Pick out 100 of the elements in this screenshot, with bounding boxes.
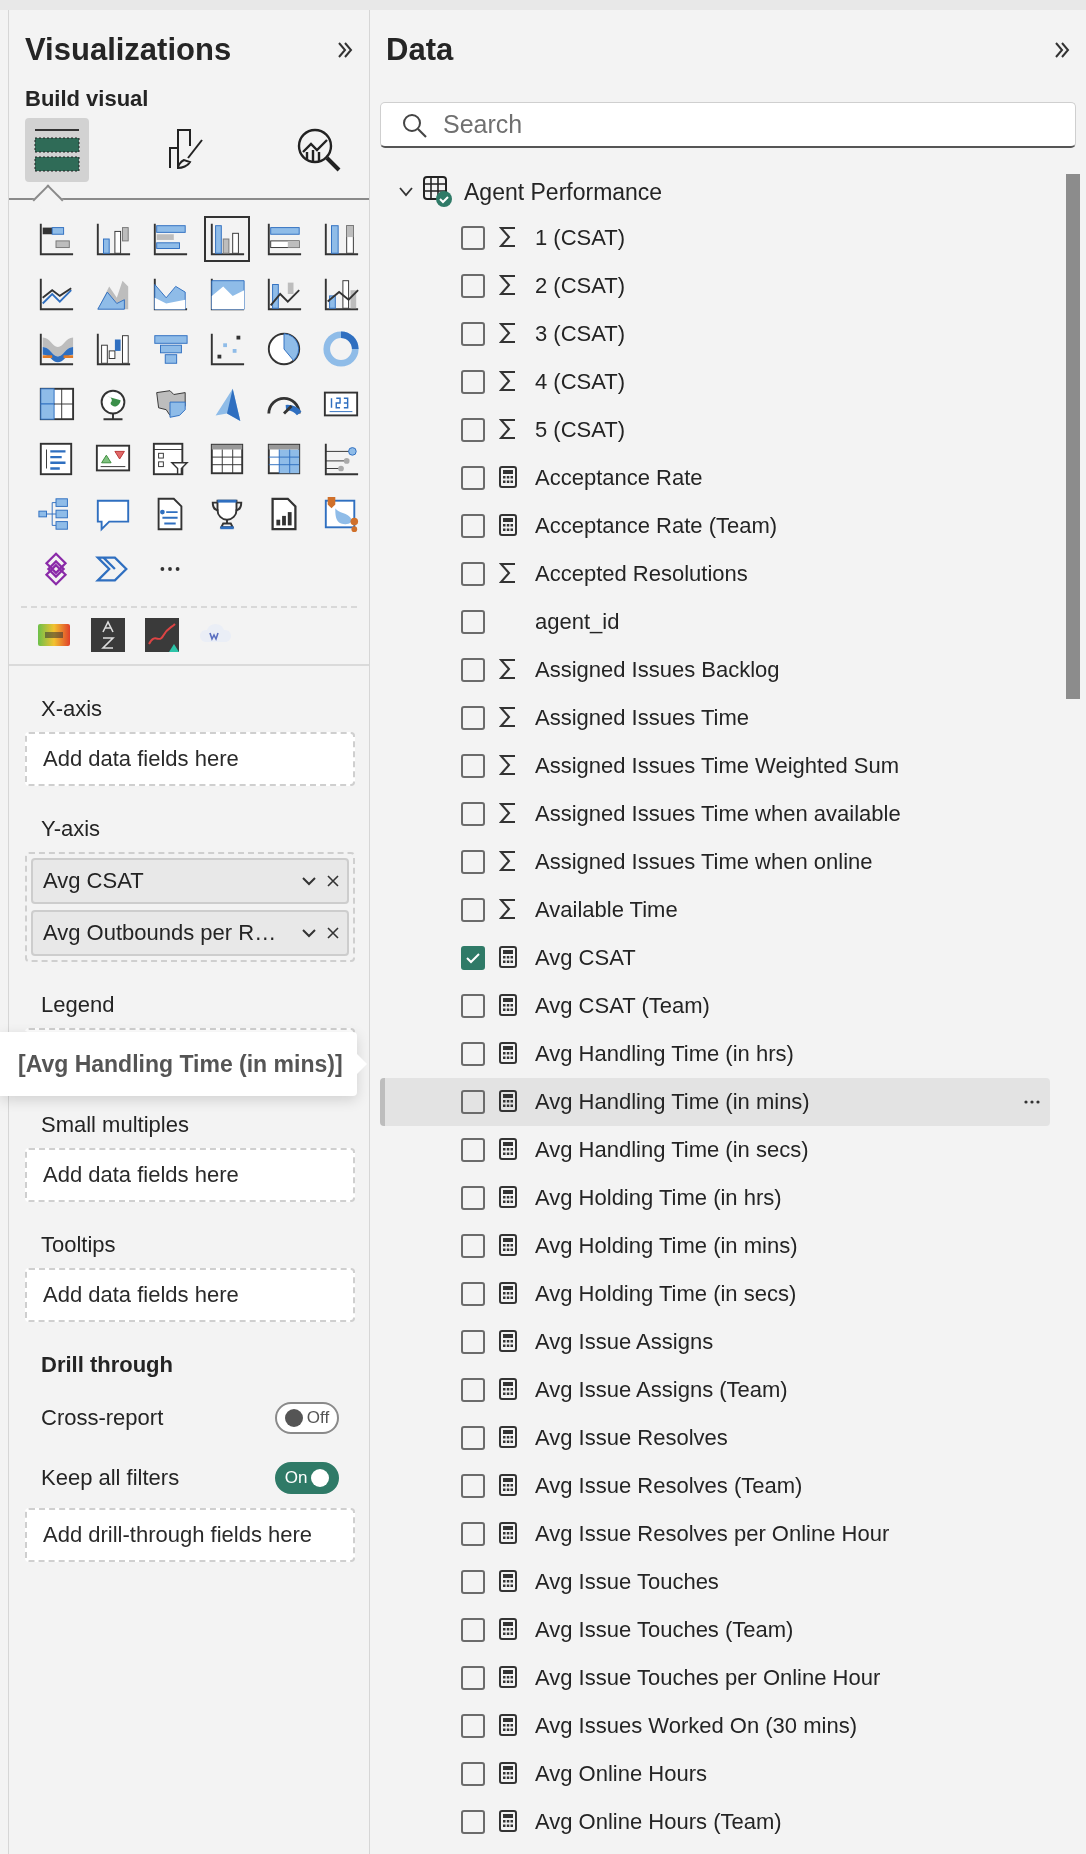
checkmark-icon bbox=[466, 952, 480, 964]
close-icon[interactable] bbox=[327, 927, 339, 939]
checkbox[interactable] bbox=[461, 1138, 485, 1162]
checkbox[interactable] bbox=[461, 946, 485, 970]
checkbox[interactable] bbox=[461, 1570, 485, 1594]
checkbox[interactable] bbox=[461, 562, 485, 586]
scrollbar-thumb[interactable] bbox=[1066, 174, 1080, 699]
caret-icon[interactable] bbox=[301, 928, 317, 938]
checkbox[interactable] bbox=[461, 802, 485, 826]
field-name[interactable]: 4 (CSAT) bbox=[535, 369, 1050, 395]
checkbox[interactable] bbox=[461, 514, 485, 538]
field-name[interactable]: Assigned Issues Time when online bbox=[535, 849, 1050, 875]
checkbox[interactable] bbox=[461, 994, 485, 1018]
field-name[interactable]: 1 (CSAT) bbox=[535, 225, 1050, 251]
calculator-icon bbox=[499, 1714, 517, 1736]
field-pill[interactable]: Avg Outbounds per R… bbox=[31, 910, 349, 956]
checkbox[interactable] bbox=[461, 1330, 485, 1354]
field-name[interactable]: Avg Handling Time (in hrs) bbox=[535, 1041, 1050, 1067]
field-name[interactable]: Avg Online Hours bbox=[535, 1761, 1050, 1787]
checkbox[interactable] bbox=[461, 1426, 485, 1450]
checkbox[interactable] bbox=[461, 466, 485, 490]
field-name[interactable]: 5 (CSAT) bbox=[535, 417, 1050, 443]
field-name[interactable]: Avg Issue Assigns (Team) bbox=[535, 1377, 1050, 1403]
toggle-switch[interactable]: On bbox=[275, 1462, 339, 1494]
field-name[interactable]: Avg Holding Time (in mins) bbox=[535, 1233, 1050, 1259]
checkbox[interactable] bbox=[461, 1522, 485, 1546]
checkbox[interactable] bbox=[461, 1714, 485, 1738]
drop-field[interactable]: Add data fields here bbox=[25, 1268, 355, 1322]
drop-field[interactable]: Add drill-through fields here bbox=[25, 1508, 355, 1562]
calculator-icon bbox=[499, 1666, 517, 1688]
drop-field[interactable]: Add data fields here bbox=[25, 732, 355, 786]
field-name[interactable]: agent_id bbox=[535, 609, 1050, 635]
checkbox[interactable] bbox=[461, 322, 485, 346]
table-name[interactable]: Agent Performance bbox=[464, 178, 663, 206]
checkbox[interactable] bbox=[461, 1282, 485, 1306]
field-name[interactable]: Assigned Issues Time Weighted Sum bbox=[535, 753, 1050, 779]
checkbox[interactable] bbox=[461, 1474, 485, 1498]
fields-tab[interactable] bbox=[25, 118, 89, 182]
calculator-icon bbox=[499, 994, 517, 1016]
checkbox[interactable] bbox=[461, 1186, 485, 1210]
field-name[interactable]: Avg CSAT (Team) bbox=[535, 993, 1050, 1019]
checkbox[interactable] bbox=[461, 610, 485, 634]
field-name[interactable]: Avg Issue Touches (Team) bbox=[535, 1617, 1050, 1643]
field-name[interactable]: Acceptance Rate bbox=[535, 465, 1050, 491]
field-name[interactable]: Avg Issue Resolves (Team) bbox=[535, 1473, 1050, 1499]
clustered-column-chart-icon[interactable] bbox=[204, 216, 250, 262]
field-name[interactable]: Avg Issues Worked On (30 mins) bbox=[535, 1713, 1050, 1739]
tooltip-pointer bbox=[356, 1054, 367, 1074]
caret-icon[interactable] bbox=[301, 876, 317, 886]
checkbox[interactable] bbox=[461, 370, 485, 394]
checkbox[interactable] bbox=[461, 706, 485, 730]
field-name[interactable]: Avg Issue Touches per Online Hour bbox=[535, 1665, 1050, 1691]
field-name[interactable]: Acceptance Rate (Team) bbox=[535, 513, 1050, 539]
collapse-icon[interactable] bbox=[1054, 41, 1070, 59]
checkbox[interactable] bbox=[461, 1234, 485, 1258]
checkbox[interactable] bbox=[461, 1618, 485, 1642]
field-name[interactable]: Avg Issue Assigns bbox=[535, 1329, 1050, 1355]
search-field[interactable]: Search bbox=[380, 102, 1076, 148]
drop-field[interactable]: Add data fields here bbox=[25, 1148, 355, 1202]
field-name[interactable]: Avg Handling Time (in secs) bbox=[535, 1137, 1050, 1163]
checkbox[interactable] bbox=[461, 898, 485, 922]
field-name[interactable]: Avg Holding Time (in secs) bbox=[535, 1281, 1050, 1307]
field-name[interactable]: 2 (CSAT) bbox=[535, 273, 1050, 299]
collapse-icon[interactable] bbox=[337, 41, 353, 59]
checkbox[interactable] bbox=[461, 1042, 485, 1066]
checkbox[interactable] bbox=[461, 850, 485, 874]
checkbox[interactable] bbox=[461, 658, 485, 682]
section-title: Drill through bbox=[40, 1351, 174, 1379]
field-name[interactable]: Avg Issue Resolves bbox=[535, 1425, 1050, 1451]
field-name[interactable]: Assigned Issues Backlog bbox=[535, 657, 1050, 683]
calculator-icon bbox=[499, 1618, 517, 1640]
checkbox[interactable] bbox=[461, 1090, 485, 1114]
chevron-icon[interactable] bbox=[398, 186, 414, 198]
field-name[interactable]: Assigned Issues Time when available bbox=[535, 801, 1050, 827]
sort-icon[interactable] bbox=[91, 618, 125, 652]
checkbox[interactable] bbox=[461, 1666, 485, 1690]
field-name[interactable]: Avg Holding Time (in hrs) bbox=[535, 1185, 1050, 1211]
sigma-icon bbox=[499, 226, 517, 248]
search-icon bbox=[402, 113, 428, 139]
checkbox[interactable] bbox=[461, 1810, 485, 1834]
field-name[interactable]: Avg CSAT bbox=[535, 945, 1050, 971]
checkbox[interactable] bbox=[461, 226, 485, 250]
checkbox[interactable] bbox=[461, 1762, 485, 1786]
field-pill[interactable]: Avg CSAT bbox=[31, 858, 349, 904]
tooltip: [Avg Handling Time (in mins)] bbox=[0, 1032, 357, 1096]
checkbox[interactable] bbox=[461, 1378, 485, 1402]
field-name[interactable]: Assigned Issues Time bbox=[535, 705, 1050, 731]
field-name[interactable]: Avg Issue Touches bbox=[535, 1569, 1050, 1595]
checkbox[interactable] bbox=[461, 274, 485, 298]
field-name[interactable]: Avg Online Hours (Team) bbox=[535, 1809, 1050, 1835]
calculator-icon bbox=[499, 1474, 517, 1496]
close-icon[interactable] bbox=[327, 875, 339, 887]
checkbox[interactable] bbox=[461, 754, 485, 778]
field-name[interactable]: Accepted Resolutions bbox=[535, 561, 1050, 587]
line-chart-icon[interactable] bbox=[145, 618, 179, 652]
field-name[interactable]: 3 (CSAT) bbox=[535, 321, 1050, 347]
field-name[interactable]: Available Time bbox=[535, 897, 1050, 923]
checkbox[interactable] bbox=[461, 418, 485, 442]
toggle-switch[interactable]: Off bbox=[275, 1402, 339, 1434]
field-name[interactable]: Avg Issue Resolves per Online Hour bbox=[535, 1521, 1050, 1547]
